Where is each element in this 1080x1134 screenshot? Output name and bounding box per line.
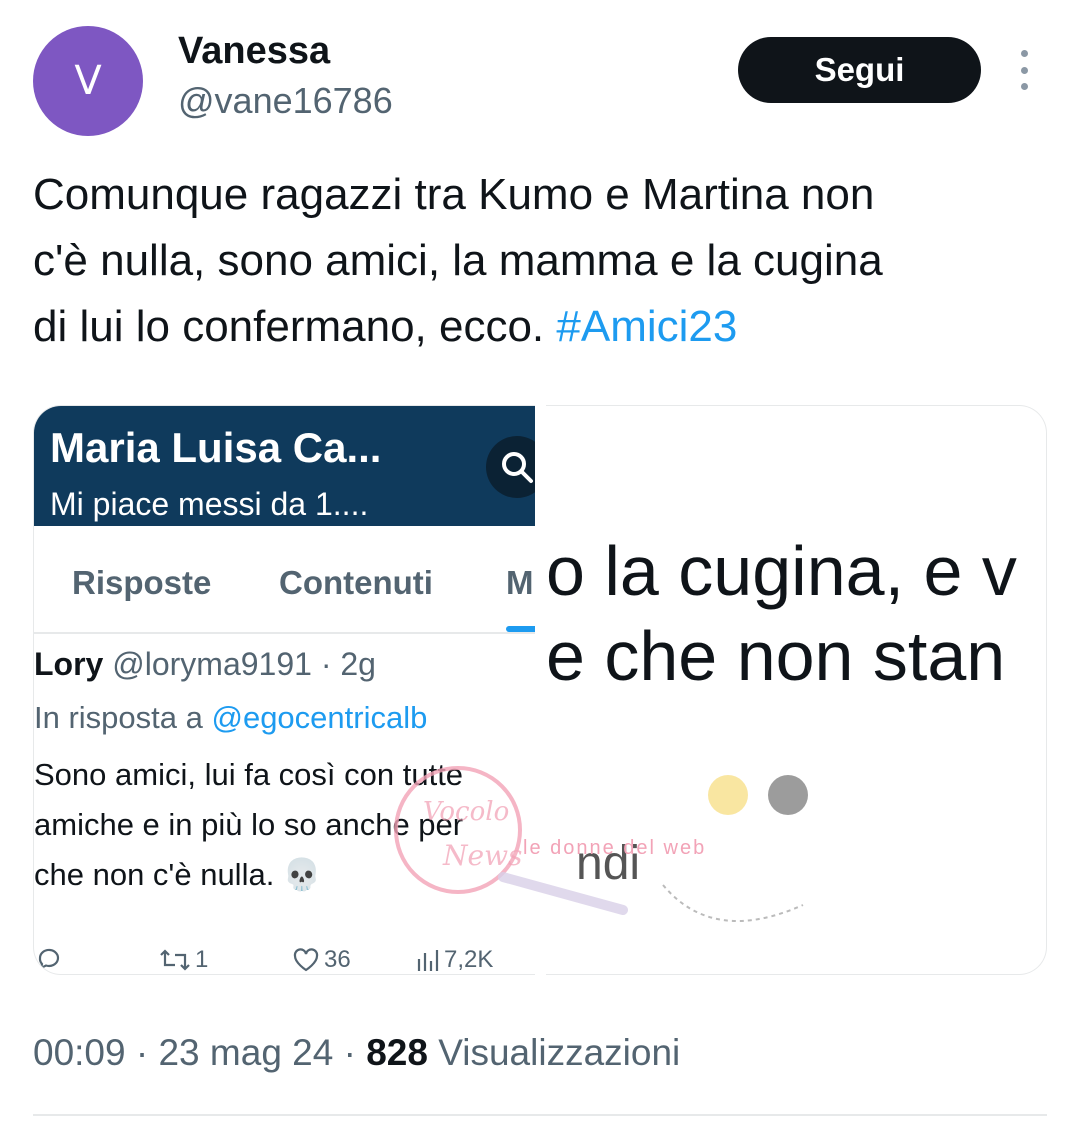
media-image-right[interactable]: o la cugina, e v e che non stan ndi	[546, 405, 1047, 975]
screenshot-reply-text: Sono amici, lui fa così con tutte amiche…	[34, 750, 535, 900]
screenshot-tab: Risposte	[72, 564, 212, 601]
tweet-text-line: Comunque ragazzi tra Kumo e Martina non	[33, 170, 875, 219]
screenshot-reply-to: In risposta a @egocentricalb	[34, 700, 427, 736]
tweet-time[interactable]: 00:09	[33, 1032, 126, 1073]
vertical-ellipsis-icon[interactable]	[1013, 50, 1035, 90]
zoomed-text-line: e che non stan	[546, 617, 1006, 695]
zoomed-text-line: o la cugina, e v	[546, 532, 1017, 610]
zoomed-text-partial: ndi	[576, 837, 641, 890]
retweet-stat: 1	[159, 946, 208, 974]
reply-text-line: che non c'è nulla. 💀	[34, 857, 322, 892]
search-icon	[486, 436, 535, 498]
screenshot-reply-handle: @loryma9191 · 2g	[112, 646, 376, 682]
reply-to-mention: @egocentricalb	[211, 700, 428, 735]
screenshot-reply-author: Lory	[34, 646, 104, 682]
reply-text-line: amiche e in più lo so anche per	[34, 807, 464, 842]
tweet-text: Comunque ragazzi tra Kumo e Martina non …	[33, 162, 1043, 360]
tweet-text-line: di lui lo confermano, ecco. #Amici23	[33, 294, 1043, 360]
screenshot-profile-name: Maria Luisa Ca...	[50, 424, 382, 471]
reply-text-line: Sono amici, lui fa così con tutte	[34, 757, 464, 792]
media-image-left[interactable]: Maria Luisa Ca... Mi piace messi da 1...…	[33, 405, 535, 975]
author-handle[interactable]: @vane16786	[178, 80, 393, 122]
like-stat: 36	[292, 946, 351, 974]
author-name[interactable]: Vanessa	[178, 30, 330, 73]
views-stat: 7,2K	[414, 946, 493, 974]
tweet-date[interactable]: 23 mag 24	[158, 1032, 333, 1073]
avatar[interactable]: V	[33, 26, 143, 136]
reply-to-prefix: In risposta a	[34, 700, 212, 735]
like-count: 36	[324, 946, 351, 973]
screenshot-reply-header: Lory @loryma9191 · 2g	[34, 646, 376, 683]
views-label: Visualizzazioni	[438, 1032, 681, 1073]
retweet-icon	[160, 949, 190, 971]
heart-icon	[293, 948, 319, 972]
tweet-text-line: c'è nulla, sono amici, la mamma e la cug…	[33, 236, 883, 285]
retweet-count: 1	[195, 946, 209, 973]
screenshot-tab: M	[506, 564, 534, 601]
hashtag-link[interactable]: #Amici23	[556, 302, 737, 351]
screenshot-reply-actions: 1 36 7,2K	[34, 946, 535, 974]
tweet-text-line-content: di lui lo confermano, ecco.	[33, 302, 557, 351]
divider	[33, 1114, 1047, 1116]
screenshot-tab: Contenuti	[279, 564, 433, 601]
screenshot-profile-likes: Mi piace messi da 1....	[50, 486, 369, 522]
tweet-media[interactable]: Maria Luisa Ca... Mi piace messi da 1...…	[33, 405, 1047, 975]
views-count: 7,2K	[444, 946, 494, 973]
screenshot-profile-header: Maria Luisa Ca... Mi piace messi da 1...…	[34, 406, 535, 526]
screenshot-tabs: Risposte Contenuti M	[34, 526, 535, 634]
tweet-metadata: 00:09 · 23 mag 24 · 828 Visualizzazioni	[33, 1032, 681, 1073]
tab-underline	[506, 626, 535, 632]
reply-icon	[36, 946, 62, 972]
follow-button[interactable]: Segui	[738, 37, 981, 103]
views-count: 828	[366, 1032, 428, 1073]
views-icon	[417, 950, 439, 971]
